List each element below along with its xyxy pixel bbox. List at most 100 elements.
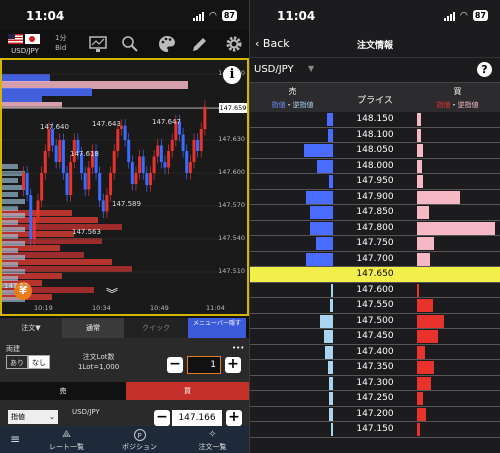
nav-order-list[interactable]: ✧ 注文一覧: [176, 426, 249, 453]
candle-body: [36, 200, 40, 217]
price-row[interactable]: 147.400: [250, 344, 500, 360]
signal-icon: [193, 11, 204, 21]
order-type-select[interactable]: 指値 ⌄: [8, 410, 58, 424]
price-row[interactable]: 148.000: [250, 158, 500, 174]
price-row[interactable]: 147.900: [250, 189, 500, 205]
price-row[interactable]: 147.950: [250, 174, 500, 190]
wifi-icon: ◠: [209, 10, 217, 21]
nav-rate-list[interactable]: ⟁ レート一覧: [30, 426, 103, 453]
price-row[interactable]: 147.200: [250, 406, 500, 422]
price-row[interactable]: 147.250: [250, 391, 500, 407]
order-price-input[interactable]: 147.166: [172, 410, 222, 426]
price-annotation: 147.640: [40, 123, 69, 131]
price-cell: 148.150: [356, 114, 394, 124]
price-plus-button[interactable]: +: [226, 410, 242, 426]
price-row[interactable]: 147.750: [250, 236, 500, 252]
both-way-yes[interactable]: あり: [6, 355, 28, 369]
palette-icon[interactable]: [157, 34, 177, 54]
candle-body: [188, 162, 192, 173]
price-row[interactable]: 147.550: [250, 298, 500, 314]
price-row[interactable]: 147.800: [250, 220, 500, 236]
price-cell: 147.750: [356, 238, 394, 248]
buy-volume-bar: [417, 392, 424, 405]
hamburger-menu-icon[interactable]: ≡: [0, 426, 30, 453]
order-tabs: 注文▼ 通常 クイック メニューバー隠す: [0, 318, 249, 338]
buy-volume-bar: [417, 330, 439, 343]
settings-gear-icon[interactable]: [224, 34, 244, 54]
buy-volume-bar: [417, 314, 445, 328]
monitor-chart-icon[interactable]: [88, 34, 108, 54]
qty-input[interactable]: 1: [187, 356, 221, 374]
candle-body: [130, 162, 134, 184]
both-way-toggle[interactable]: あり なし: [6, 355, 50, 369]
price-row[interactable]: 147.850: [250, 205, 500, 221]
price-row[interactable]: 147.300: [250, 375, 500, 391]
order-list-icon: ✧: [208, 429, 217, 440]
candle-body: [152, 156, 156, 173]
buy-volume-bar: [417, 423, 421, 436]
depth-bar: [2, 262, 18, 267]
tab-order-menu[interactable]: 注文▼: [0, 318, 62, 338]
price-cell: 147.450: [356, 331, 394, 341]
position-icon: P: [133, 429, 146, 441]
price-row[interactable]: 147.700: [250, 251, 500, 267]
candle-body: [145, 173, 149, 186]
order-panel: 両建 あり なし 注文Lot数 1Lot=1,000 ••• − 1 + 売 買…: [0, 338, 249, 426]
currency-pair-selector[interactable]: USD/JPY: [6, 32, 44, 56]
volume-profile-bar: [2, 96, 42, 102]
buy-tab[interactable]: 買: [126, 382, 249, 400]
tab-hide-menubar[interactable]: メニューバー隠す: [188, 318, 246, 338]
timeframe-selector[interactable]: 1分 Bid: [55, 33, 66, 53]
price-cell: 147.900: [356, 191, 394, 202]
y-tick: 147.600: [218, 168, 245, 176]
sell-volume-bar: [325, 345, 333, 359]
nav-positions[interactable]: P ポジション: [103, 426, 176, 453]
price-row[interactable]: 147.350: [250, 360, 500, 376]
qty-minus-button[interactable]: −: [167, 357, 183, 373]
more-icon[interactable]: •••: [232, 344, 244, 352]
price-row[interactable]: 147.450: [250, 329, 500, 345]
tab-normal[interactable]: 通常: [62, 318, 124, 338]
wifi-icon: ◠: [460, 10, 468, 21]
candle-body: [29, 195, 33, 239]
candle-body: [83, 173, 87, 190]
candle-body: [40, 173, 44, 201]
analysis-search-icon[interactable]: [120, 34, 140, 54]
price-chart[interactable]: 147.690147.659147.630147.600147.570147.5…: [0, 58, 249, 316]
pencil-draw-icon[interactable]: [190, 34, 210, 54]
sell-volume-bar: [327, 361, 333, 374]
price-minus-button[interactable]: −: [154, 410, 170, 426]
candle-body: [65, 173, 69, 195]
price-row[interactable]: 147.150: [250, 422, 500, 438]
price-annotation: 147.51: [4, 282, 29, 290]
candle-body: [170, 140, 174, 151]
price-row[interactable]: 148.150: [250, 112, 500, 128]
price-cell: 147.200: [356, 408, 394, 419]
price-row[interactable]: 148.050: [250, 143, 500, 159]
qty-plus-button[interactable]: +: [225, 357, 241, 373]
jp-flag-icon: [25, 34, 40, 44]
nav-order-list-label: 注文一覧: [198, 443, 227, 451]
price-row[interactable]: 148.100: [250, 127, 500, 143]
candle-body: [181, 134, 185, 151]
order-info-screen: 11:04 ◠ 87 ‹ Back 注文情報 USD/JPY ▼ ? 売 指値・…: [250, 0, 500, 453]
sell-header: 売: [288, 87, 297, 96]
price-cell: 147.350: [356, 362, 394, 372]
price-cell: 147.850: [356, 207, 394, 217]
tab-quick[interactable]: クイック: [124, 318, 188, 338]
price-row[interactable]: 147.500: [250, 313, 500, 329]
current-price-row[interactable]: 147.650: [250, 267, 500, 283]
help-icon[interactable]: ?: [477, 62, 492, 77]
candle-body: [185, 151, 189, 173]
both-way-no[interactable]: なし: [28, 355, 50, 369]
candle-body: [101, 200, 105, 212]
price-cell: 147.800: [356, 222, 394, 233]
chevron-down-icon[interactable]: ︾: [106, 285, 118, 302]
battery-icon: 87: [221, 10, 237, 21]
symbol-selector[interactable]: USD/JPY ▼ ?: [250, 58, 500, 82]
info-icon[interactable]: i: [223, 66, 241, 84]
candle-body: [98, 173, 102, 201]
price-row[interactable]: 147.600: [250, 282, 500, 298]
candle-body: [159, 145, 163, 162]
sell-tab[interactable]: 売: [0, 382, 126, 400]
